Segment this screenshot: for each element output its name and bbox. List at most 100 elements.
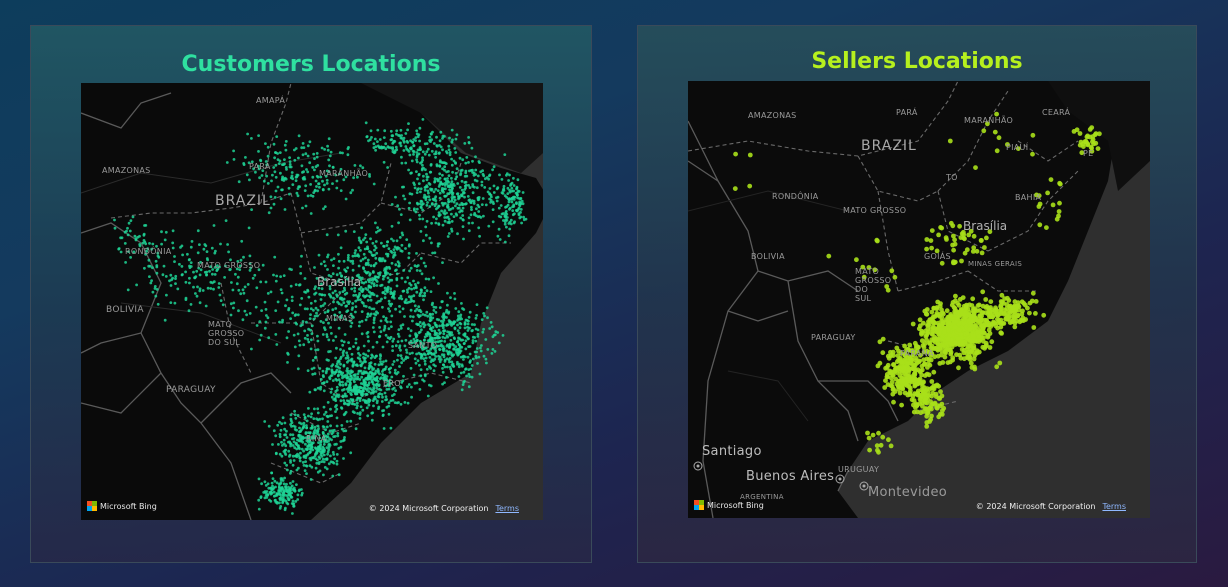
location-dot [350,393,353,396]
location-dot [365,135,369,139]
location-dot [425,185,429,189]
location-dot [966,318,971,323]
sellers-map[interactable]: AMAZONAS PARÁ MARANHÃO CEARÁ BRAZIL PIAU… [688,81,1150,518]
location-dot [364,318,368,322]
location-dot [450,212,453,216]
location-dot [397,335,401,338]
location-dot [263,496,267,500]
location-dot [320,293,324,297]
location-dot [404,145,408,148]
location-dot [113,226,117,230]
location-dot [341,343,345,347]
location-dot [280,454,284,458]
location-dot [143,266,146,270]
location-dot [336,365,340,369]
location-dot [967,338,973,343]
location-dot [346,153,350,157]
location-dot [491,348,495,351]
location-dot [283,493,287,497]
location-dot [453,147,457,150]
location-dot [301,426,305,430]
location-dot [316,407,320,411]
location-dot [461,206,465,210]
location-dot [419,187,423,191]
location-dot [329,390,333,394]
location-dot [370,281,374,285]
location-dot [323,183,326,187]
location-dot [213,273,217,276]
location-dot [485,361,488,365]
location-dot [928,417,934,422]
location-dot [323,293,327,297]
location-dot [366,335,370,339]
microsoft-logo-icon [87,501,97,511]
location-dot [322,460,326,464]
location-dot [987,345,993,350]
location-dot [359,164,362,168]
location-dot [303,189,307,192]
location-dot [419,314,422,317]
location-dot [465,156,469,159]
location-dot [329,326,332,329]
location-dot [368,306,371,309]
location-dot [156,302,160,306]
location-dot [287,330,290,333]
location-dot [400,297,404,301]
location-dot [982,245,987,250]
location-dot [435,164,439,168]
location-dot [322,443,326,446]
location-dot [427,153,431,157]
location-dot [915,392,921,398]
location-dot [187,309,191,313]
location-dot [438,324,441,328]
location-dot [349,369,353,373]
location-dot [497,206,501,210]
location-dot [342,457,345,460]
location-dot [272,273,275,277]
location-dot [373,248,376,252]
location-dot [463,188,467,191]
location-dot [398,310,402,314]
location-dot [234,272,237,276]
terms-link[interactable]: Terms [495,504,519,513]
location-dot [311,194,315,198]
location-dot [149,281,153,285]
location-dot [364,263,368,266]
location-dot [453,292,456,295]
location-dot [888,443,894,449]
customers-map[interactable]: AMAPÁ AMAZONAS PARÁ MARANHÃO BRAZIL ROND… [81,83,543,520]
location-dot [390,261,394,265]
location-dot [316,386,320,390]
location-dot [313,407,316,411]
location-dot [1001,310,1007,316]
location-dot [400,276,404,280]
location-dot [500,212,504,216]
location-dot [274,452,278,456]
location-dot [309,478,313,481]
location-dot [325,333,329,336]
location-dot [332,296,335,300]
location-dot [284,506,287,510]
location-dot [364,280,368,284]
location-dot [372,142,376,146]
location-dot [1057,181,1063,187]
terms-link[interactable]: Terms [1102,502,1126,511]
location-dot [367,263,370,267]
location-dot [493,350,497,353]
location-dot [124,261,127,264]
location-dot [155,271,159,275]
label-ceara: CEARÁ [1042,108,1071,117]
location-dot [418,217,422,221]
location-dot [471,185,475,188]
location-dot [936,395,942,401]
location-dot [962,250,968,256]
location-dot [880,350,886,356]
location-dot [400,249,404,253]
location-dot [471,357,475,361]
location-dot [433,177,437,180]
location-dot [459,169,463,172]
location-dot [290,171,294,174]
location-dot [467,315,471,319]
location-dot [194,292,197,295]
location-dot [373,312,376,316]
